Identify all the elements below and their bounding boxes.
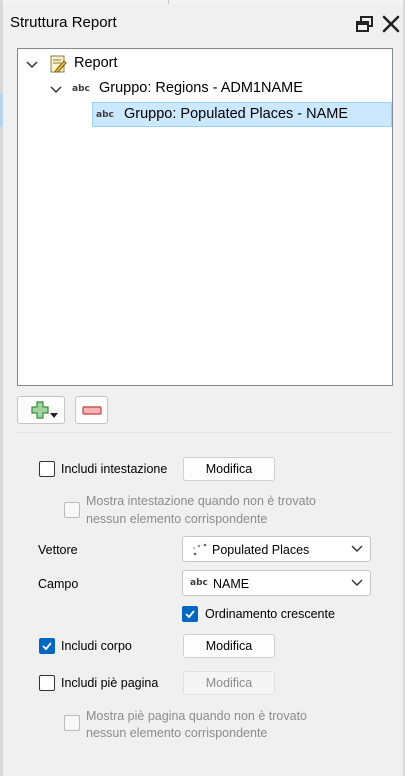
- field-combobox[interactable]: abc NAME: [182, 570, 371, 596]
- chevron-down-icon: [351, 579, 363, 586]
- float-panel-icon[interactable]: [355, 14, 375, 34]
- tree-item-report[interactable]: Report: [24, 53, 384, 75]
- text-field-icon: abc: [72, 84, 90, 94]
- tree-item-label: Report: [74, 55, 118, 71]
- report-icon: [48, 54, 68, 78]
- show-header-when-empty-label-line2: nessun elemento corrispondente: [86, 512, 268, 526]
- panel-titlebar: Struttura Report: [3, 5, 403, 39]
- edit-header-button[interactable]: Modifica: [183, 457, 275, 481]
- tree-item-label: Gruppo: Populated Places - NAME: [124, 106, 349, 122]
- remove-section-icon: [82, 405, 102, 419]
- add-section-icon: [31, 401, 49, 422]
- layer-combobox[interactable]: Populated Places: [182, 536, 371, 562]
- tree-item-label: Gruppo: Regions - ADM1NAME: [99, 80, 303, 96]
- dropdown-arrow-icon: [50, 408, 58, 422]
- window-splitter[interactable]: [168, 0, 169, 4]
- window-top-edge: [0, 0, 405, 3]
- tree-item-group-populated-places[interactable]: abc Gruppo: Populated Places - NAME: [92, 102, 392, 127]
- collapse-arrow-icon[interactable]: [26, 60, 38, 70]
- add-section-button[interactable]: [17, 396, 65, 424]
- field-combobox-value: NAME: [213, 577, 250, 591]
- show-footer-when-empty-label-line1: Mostra piè pagina quando non è trovato: [86, 709, 307, 723]
- close-panel-icon[interactable]: [381, 14, 401, 34]
- include-body-checkbox[interactable]: [39, 638, 55, 654]
- show-footer-when-empty-checkbox[interactable]: [64, 715, 80, 731]
- text-field-icon: abc: [96, 110, 114, 120]
- chevron-down-icon: [351, 545, 363, 552]
- include-footer-checkbox[interactable]: [39, 675, 55, 691]
- include-header-checkbox[interactable]: [39, 461, 55, 477]
- checkmark-icon: [185, 610, 195, 619]
- tree-item-group-regions[interactable]: abc Gruppo: Regions - ADM1NAME: [48, 78, 388, 100]
- remove-section-button[interactable]: [75, 396, 108, 424]
- include-body-label: Includi corpo: [61, 639, 132, 653]
- dock-tab-indicator: [0, 93, 3, 127]
- include-header-label: Includi intestazione: [61, 462, 168, 476]
- layer-label: Vettore: [38, 543, 78, 557]
- edit-body-button[interactable]: Modifica: [183, 634, 275, 658]
- collapse-arrow-icon[interactable]: [50, 85, 62, 95]
- show-header-when-empty-label-line1: Mostra intestazione quando non è trovato: [86, 494, 317, 508]
- show-footer-when-empty-label-line2: nessun elemento corrispondente: [86, 726, 268, 740]
- panel-title: Struttura Report: [10, 14, 117, 31]
- checkmark-icon: [42, 642, 52, 651]
- include-footer-label: Includi piè pagina: [61, 676, 159, 690]
- field-label: Campo: [38, 577, 79, 591]
- report-structure-tree[interactable]: Report abc Gruppo: Regions - ADM1NAME ab…: [17, 48, 393, 386]
- show-header-when-empty-checkbox[interactable]: [64, 502, 80, 518]
- edit-footer-button[interactable]: Modifica: [183, 671, 275, 695]
- layer-combobox-value: Populated Places: [212, 543, 310, 557]
- sort-ascending-label: Ordinamento crescente: [205, 607, 335, 621]
- point-layer-icon: [192, 542, 208, 561]
- section-divider: [17, 432, 393, 433]
- sort-ascending-checkbox[interactable]: [182, 606, 198, 622]
